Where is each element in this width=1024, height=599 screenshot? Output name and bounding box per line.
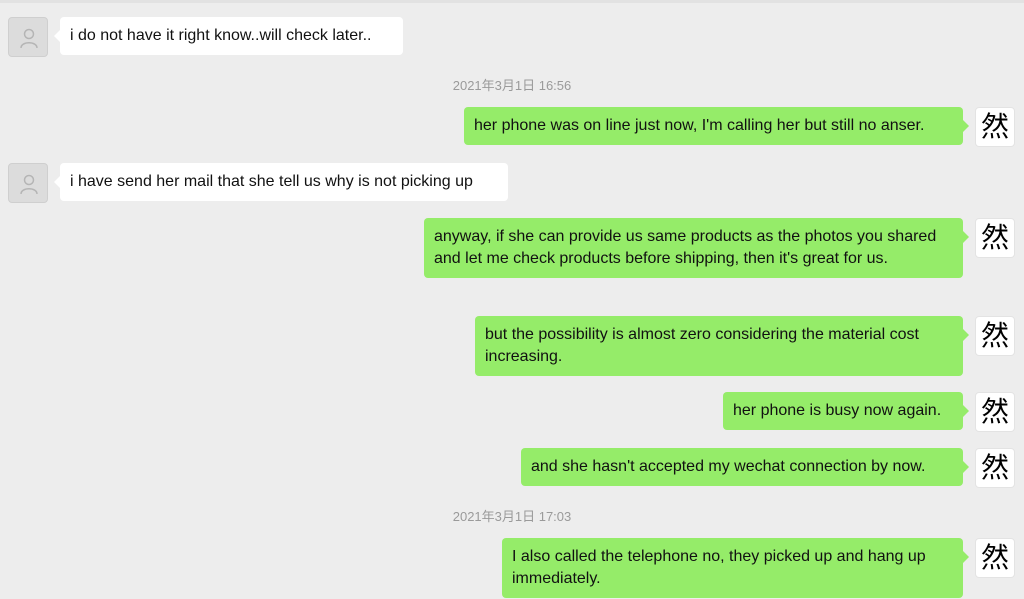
message-row-outgoing: anyway, if she can provide us same produ…	[0, 218, 1024, 300]
self-avatar[interactable]: 然	[975, 107, 1015, 147]
message-bubble[interactable]: i have send her mail that she tell us wh…	[54, 163, 508, 201]
contact-avatar[interactable]	[8, 163, 48, 203]
message-bubble[interactable]: but the possibility is almost zero consi…	[475, 316, 969, 376]
message-bubble[interactable]: i do not have it right know..will check …	[54, 17, 403, 55]
message-row-outgoing: I also called the telephone no, they pic…	[0, 538, 1024, 598]
message-row-outgoing: her phone is busy now again. 然	[0, 392, 1024, 432]
timestamp-divider: 2021年3月1日 16:56	[452, 78, 572, 93]
message-row-outgoing: and she hasn't accepted my wechat connec…	[0, 448, 1024, 488]
message-row-outgoing: but the possibility is almost zero consi…	[0, 316, 1024, 376]
self-avatar[interactable]: 然	[975, 538, 1015, 578]
self-avatar[interactable]: 然	[975, 448, 1015, 488]
self-avatar[interactable]: 然	[975, 392, 1015, 432]
message-row-incoming: i have send her mail that she tell us wh…	[0, 163, 1024, 203]
self-avatar-glyph: 然	[980, 451, 1009, 484]
message-bubble[interactable]: her phone is busy now again.	[723, 392, 969, 430]
self-avatar[interactable]: 然	[975, 218, 1015, 258]
default-person-icon	[20, 174, 38, 195]
self-avatar[interactable]: 然	[975, 316, 1015, 356]
self-avatar-glyph: 然	[980, 319, 1009, 352]
self-avatar-glyph: 然	[980, 110, 1009, 143]
default-person-icon	[20, 28, 38, 49]
message-bubble[interactable]: anyway, if she can provide us same produ…	[424, 218, 969, 278]
message-row-incoming: i do not have it right know..will check …	[0, 17, 1024, 57]
message-bubble[interactable]: I also called the telephone no, they pic…	[502, 538, 969, 598]
self-avatar-glyph: 然	[980, 395, 1009, 428]
chat-history-panel[interactable]: i do not have it right know..will check …	[0, 0, 1024, 599]
message-row-outgoing: her phone was on line just now, I'm call…	[0, 107, 1024, 147]
self-avatar-glyph: 然	[980, 221, 1009, 254]
timestamp-divider: 2021年3月1日 17:03	[452, 509, 572, 524]
contact-avatar[interactable]	[8, 17, 48, 57]
message-bubble[interactable]: her phone was on line just now, I'm call…	[464, 107, 969, 145]
message-bubble[interactable]: and she hasn't accepted my wechat connec…	[521, 448, 969, 486]
self-avatar-glyph: 然	[980, 541, 1009, 574]
